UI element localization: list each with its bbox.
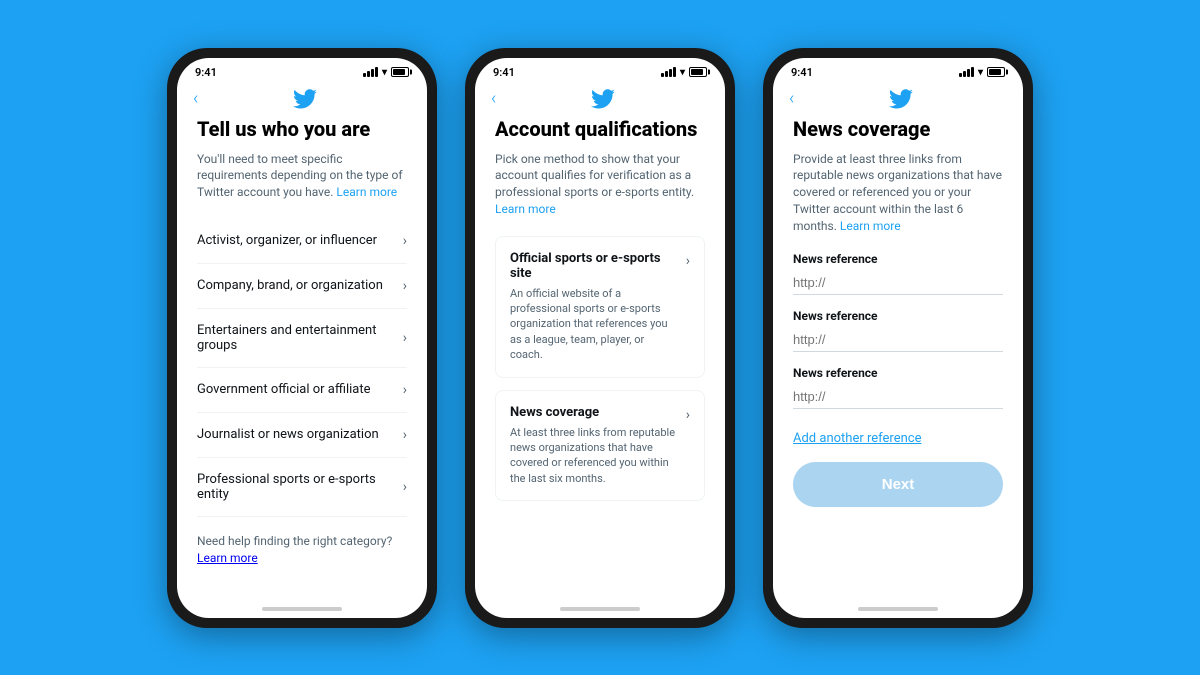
nav-bar-3: ‹ — [773, 83, 1023, 117]
twitter-bird-icon-2 — [591, 89, 615, 109]
status-icons-2: ▾ — [661, 67, 707, 78]
phone-3: 9:41 ▾ ‹ News coverage Provi — [763, 48, 1033, 628]
wifi-icon: ▾ — [382, 67, 387, 78]
time-1: 9:41 — [195, 66, 217, 79]
wifi-icon-3: ▾ — [978, 67, 983, 78]
news-ref-3: News reference — [793, 366, 1003, 409]
chevron-icon-q2: › — [686, 407, 690, 423]
menu-item-company[interactable]: Company, brand, or organization › — [197, 264, 407, 309]
home-indicator-3 — [773, 600, 1023, 618]
add-reference-link[interactable]: Add another reference — [793, 431, 921, 446]
chevron-icon-6: › — [403, 479, 407, 495]
phone-1: 9:41 ▾ ‹ Tell us who you are — [167, 48, 437, 628]
learn-more-2[interactable]: Learn more — [495, 202, 556, 216]
twitter-logo-2 — [496, 89, 709, 109]
screen-1-subtitle: You'll need to meet specific requirement… — [197, 151, 407, 201]
time-2: 9:41 — [493, 66, 515, 79]
qualification-sports-content: Official sports or e-sports site An offi… — [510, 251, 678, 363]
wifi-icon-2: ▾ — [680, 67, 685, 78]
twitter-bird-icon-3 — [889, 89, 913, 109]
battery-icon-3 — [987, 67, 1005, 77]
menu-item-sports[interactable]: Professional sports or e-sports entity › — [197, 458, 407, 517]
home-indicator-1 — [177, 600, 427, 618]
screen-2-content: Account qualifications Pick one method t… — [475, 117, 725, 600]
news-ref-input-3[interactable] — [793, 385, 1003, 409]
menu-item-government[interactable]: Government official or affiliate › — [197, 368, 407, 413]
menu-item-journalist[interactable]: Journalist or news organization › — [197, 413, 407, 458]
home-indicator-2 — [475, 600, 725, 618]
news-ref-input-2[interactable] — [793, 328, 1003, 352]
chevron-icon-3: › — [403, 330, 407, 346]
help-text-1: Need help finding the right category? Le… — [197, 533, 407, 567]
twitter-logo-1 — [198, 89, 411, 109]
signal-icon-2 — [661, 67, 676, 77]
menu-item-entertainers[interactable]: Entertainers and entertainment groups › — [197, 309, 407, 368]
news-ref-1: News reference — [793, 252, 1003, 295]
signal-icon — [363, 67, 378, 77]
news-ref-2: News reference — [793, 309, 1003, 352]
chevron-icon-q1: › — [686, 253, 690, 269]
screen-1-title: Tell us who you are — [197, 117, 407, 141]
status-icons-1: ▾ — [363, 67, 409, 78]
screen-2-title: Account qualifications — [495, 117, 705, 141]
chevron-icon-1: › — [403, 233, 407, 249]
battery-icon — [391, 67, 409, 77]
screen-3-title: News coverage — [793, 117, 1003, 141]
screen-3-subtitle: Provide at least three links from reputa… — [793, 151, 1003, 235]
screen-1-content: Tell us who you are You'll need to meet … — [177, 117, 427, 600]
qualification-news-coverage[interactable]: News coverage At least three links from … — [495, 390, 705, 502]
learn-more-1[interactable]: Learn more — [336, 185, 397, 199]
chevron-icon-5: › — [403, 427, 407, 443]
qualification-news-content: News coverage At least three links from … — [510, 405, 678, 487]
learn-more-3[interactable]: Learn more — [840, 219, 901, 233]
qualification-sports-site[interactable]: Official sports or e-sports site An offi… — [495, 236, 705, 378]
news-ref-input-1[interactable] — [793, 271, 1003, 295]
status-icons-3: ▾ — [959, 67, 1005, 78]
screen-3-content: News coverage Provide at least three lin… — [773, 117, 1023, 600]
signal-icon-3 — [959, 67, 974, 77]
help-learn-more[interactable]: Learn more — [197, 551, 258, 565]
chevron-icon-4: › — [403, 382, 407, 398]
phone-2: 9:41 ▾ ‹ Account qualifications — [465, 48, 735, 628]
status-bar-1: 9:41 ▾ — [177, 58, 427, 83]
nav-bar-1: ‹ — [177, 83, 427, 117]
menu-list-1: Activist, organizer, or influencer › Com… — [197, 219, 407, 517]
chevron-icon-2: › — [403, 278, 407, 294]
twitter-logo-3 — [794, 89, 1007, 109]
screen-2-subtitle: Pick one method to show that your accoun… — [495, 151, 705, 218]
status-bar-2: 9:41 ▾ — [475, 58, 725, 83]
time-3: 9:41 — [791, 66, 813, 79]
status-bar-3: 9:41 ▾ — [773, 58, 1023, 83]
twitter-bird-icon — [293, 89, 317, 109]
next-button[interactable]: Next — [793, 462, 1003, 507]
menu-item-activist[interactable]: Activist, organizer, or influencer › — [197, 219, 407, 264]
nav-bar-2: ‹ — [475, 83, 725, 117]
battery-icon-2 — [689, 67, 707, 77]
